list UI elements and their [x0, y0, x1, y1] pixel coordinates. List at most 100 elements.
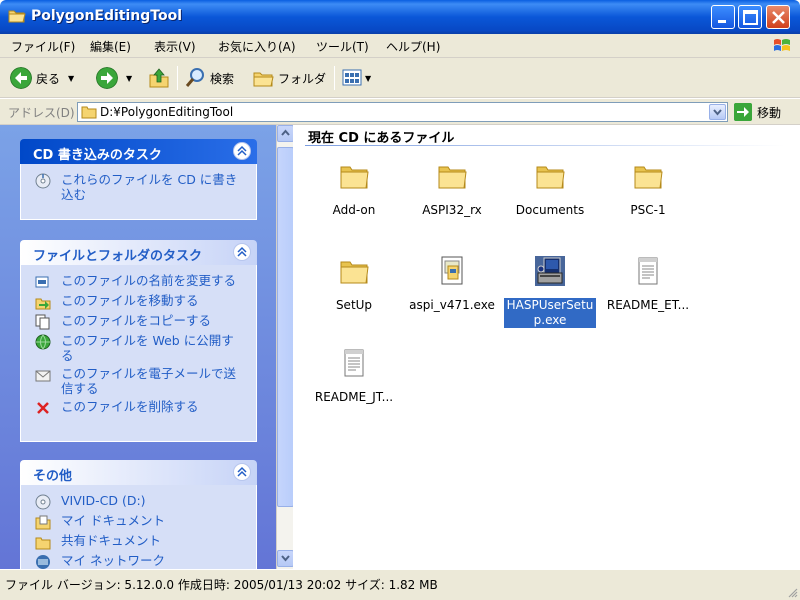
menu-view[interactable]: 表示(V): [154, 38, 196, 55]
other-places-header[interactable]: その他: [20, 460, 257, 485]
task-label: このファイルを Web に公開す る: [61, 333, 234, 363]
menu-help[interactable]: ヘルプ(H): [386, 38, 440, 55]
other-places-body: VIVID-CD (D:) マイ ドキュメント 共有ドキュメント マイ ネットワ…: [20, 485, 257, 569]
views-icon: [342, 69, 362, 86]
back-arrow-icon: [10, 67, 32, 89]
maximize-icon: [743, 10, 758, 25]
task-email[interactable]: このファイルを電子メールで送 信する: [35, 366, 246, 396]
task-label: このファイルを電子メールで送 信する: [61, 366, 237, 396]
minimize-button[interactable]: [711, 5, 735, 29]
forward-button[interactable]: ▼: [96, 66, 132, 90]
file-item[interactable]: ASPI32_rx: [402, 160, 502, 218]
back-label: 戻る: [36, 71, 61, 86]
address-label: アドレス(D): [8, 106, 75, 120]
place-vivid-cd[interactable]: VIVID-CD (D:): [35, 493, 246, 510]
go-arrow-icon: [734, 103, 752, 121]
task-label: これらのファイルを CD に書き 込む: [61, 172, 238, 202]
place-shared-documents[interactable]: 共有ドキュメント: [35, 533, 246, 550]
task-move[interactable]: このファイルを移動する: [35, 293, 246, 310]
task-label: このファイルを移動する: [61, 293, 199, 308]
scroll-down-button[interactable]: [277, 550, 294, 567]
place-label: マイ ネットワーク: [61, 553, 165, 568]
maximize-button[interactable]: [738, 5, 762, 29]
close-button[interactable]: [766, 5, 790, 29]
place-my-documents[interactable]: マイ ドキュメント: [35, 513, 246, 530]
file-tasks-title: ファイルとフォルダのタスク: [33, 249, 203, 264]
task-pane: CD 書き込みのタスク これらのファイルを CD に書き 込む ファイルとフォル…: [0, 125, 276, 569]
back-button[interactable]: 戻る ▼: [10, 66, 74, 90]
collapse-icon[interactable]: [233, 463, 251, 481]
file-tasks-header[interactable]: ファイルとフォルダのタスク: [20, 240, 257, 265]
file-name: Documents: [515, 203, 585, 217]
place-label: VIVID-CD (D:): [61, 493, 146, 508]
menu-file[interactable]: ファイル(F): [11, 38, 75, 55]
status-bar: ファイル バージョン: 5.12.0.0 作成日時: 2005/01/13 20…: [0, 569, 800, 600]
folder-icon: [340, 166, 369, 189]
chevron-down-icon: [281, 555, 290, 562]
menu-favorites[interactable]: お気に入り(A): [218, 38, 296, 55]
address-value: D:¥PolygonEditingTool: [100, 105, 234, 119]
task-label: このファイルを削除する: [61, 399, 199, 414]
task-rename[interactable]: このファイルの名前を変更する: [35, 273, 246, 290]
go-label: 移動: [757, 105, 782, 120]
cd-tasks-header[interactable]: CD 書き込みのタスク: [20, 139, 257, 164]
file-name: aspi_v471.exe: [409, 298, 495, 312]
folder-icon: [438, 166, 467, 189]
scroll-thumb[interactable]: [277, 147, 294, 507]
task-copy[interactable]: このファイルをコピーする: [35, 313, 246, 330]
cd-tasks-body: これらのファイルを CD に書き 込む: [20, 164, 257, 220]
back-dropdown-icon[interactable]: ▼: [68, 74, 74, 83]
views-button[interactable]: ▼: [341, 66, 371, 90]
search-label: 検索: [210, 71, 235, 86]
views-dropdown-icon[interactable]: ▼: [365, 74, 371, 83]
file-name: PSC-1: [630, 203, 666, 217]
search-button[interactable]: 検索: [184, 66, 234, 90]
task-label: このファイルの名前を変更する: [61, 273, 237, 288]
file-item[interactable]: Documents: [500, 160, 600, 218]
task-publish-web[interactable]: このファイルを Web に公開す る: [35, 333, 246, 363]
forward-arrow-icon: [96, 67, 118, 89]
task-delete[interactable]: このファイルを削除する: [35, 399, 246, 416]
file-name: README_ET...: [606, 298, 690, 312]
go-button[interactable]: 移動: [734, 103, 781, 121]
close-icon: [772, 11, 785, 24]
file-item[interactable]: aspi_v471.exe: [402, 255, 502, 313]
file-item[interactable]: README_JT...: [304, 347, 404, 405]
file-item[interactable]: Add-on: [304, 160, 404, 218]
group-title: 現在 CD にあるファイル: [308, 131, 455, 146]
task-pane-scrollbar[interactable]: [276, 125, 294, 569]
text-file-icon: [638, 257, 658, 285]
scroll-up-button[interactable]: [277, 125, 294, 142]
file-item[interactable]: SetUp: [304, 255, 404, 313]
cd-drive-icon: [35, 494, 51, 510]
menu-edit[interactable]: 編集(E): [90, 38, 131, 55]
email-icon: [35, 370, 51, 382]
file-item[interactable]: README_ET...: [598, 255, 698, 313]
collapse-icon[interactable]: [233, 142, 251, 160]
delete-icon: [37, 402, 49, 414]
folder-icon: [8, 10, 26, 23]
file-tasks-panel: ファイルとフォルダのタスク このファイルの名前を変更する このファイルを移動する…: [20, 240, 257, 442]
folders-button[interactable]: フォルダ: [252, 66, 326, 90]
up-folder-button[interactable]: [148, 66, 170, 90]
place-my-network[interactable]: マイ ネットワーク: [35, 553, 246, 569]
file-item[interactable]: HASPUserSetup.exe: [500, 255, 600, 328]
cd-tasks-title: CD 書き込みのタスク: [33, 148, 162, 163]
task-write-to-cd[interactable]: これらのファイルを CD に書き 込む: [35, 172, 246, 202]
title-bar[interactable]: PolygonEditingTool: [0, 0, 800, 34]
file-item[interactable]: PSC-1: [598, 160, 698, 218]
file-tasks-body: このファイルの名前を変更する このファイルを移動する このファイルをコピーする …: [20, 265, 257, 442]
address-dropdown-button[interactable]: [709, 104, 726, 120]
collapse-icon[interactable]: [233, 243, 251, 261]
resize-grip-icon[interactable]: [786, 586, 798, 598]
menu-tools[interactable]: ツール(T): [316, 38, 369, 55]
globe-icon: [35, 334, 51, 350]
file-list-view[interactable]: 現在 CD にあるファイル Add-on ASPI32_rx Documents…: [293, 125, 800, 569]
search-icon: [185, 68, 204, 87]
copy-icon: [35, 314, 50, 330]
folder-icon: [340, 261, 369, 284]
network-icon: [36, 555, 50, 569]
chevron-up-icon: [281, 129, 290, 136]
address-input[interactable]: D:¥PolygonEditingTool: [77, 102, 728, 122]
forward-dropdown-icon[interactable]: ▼: [126, 74, 132, 83]
